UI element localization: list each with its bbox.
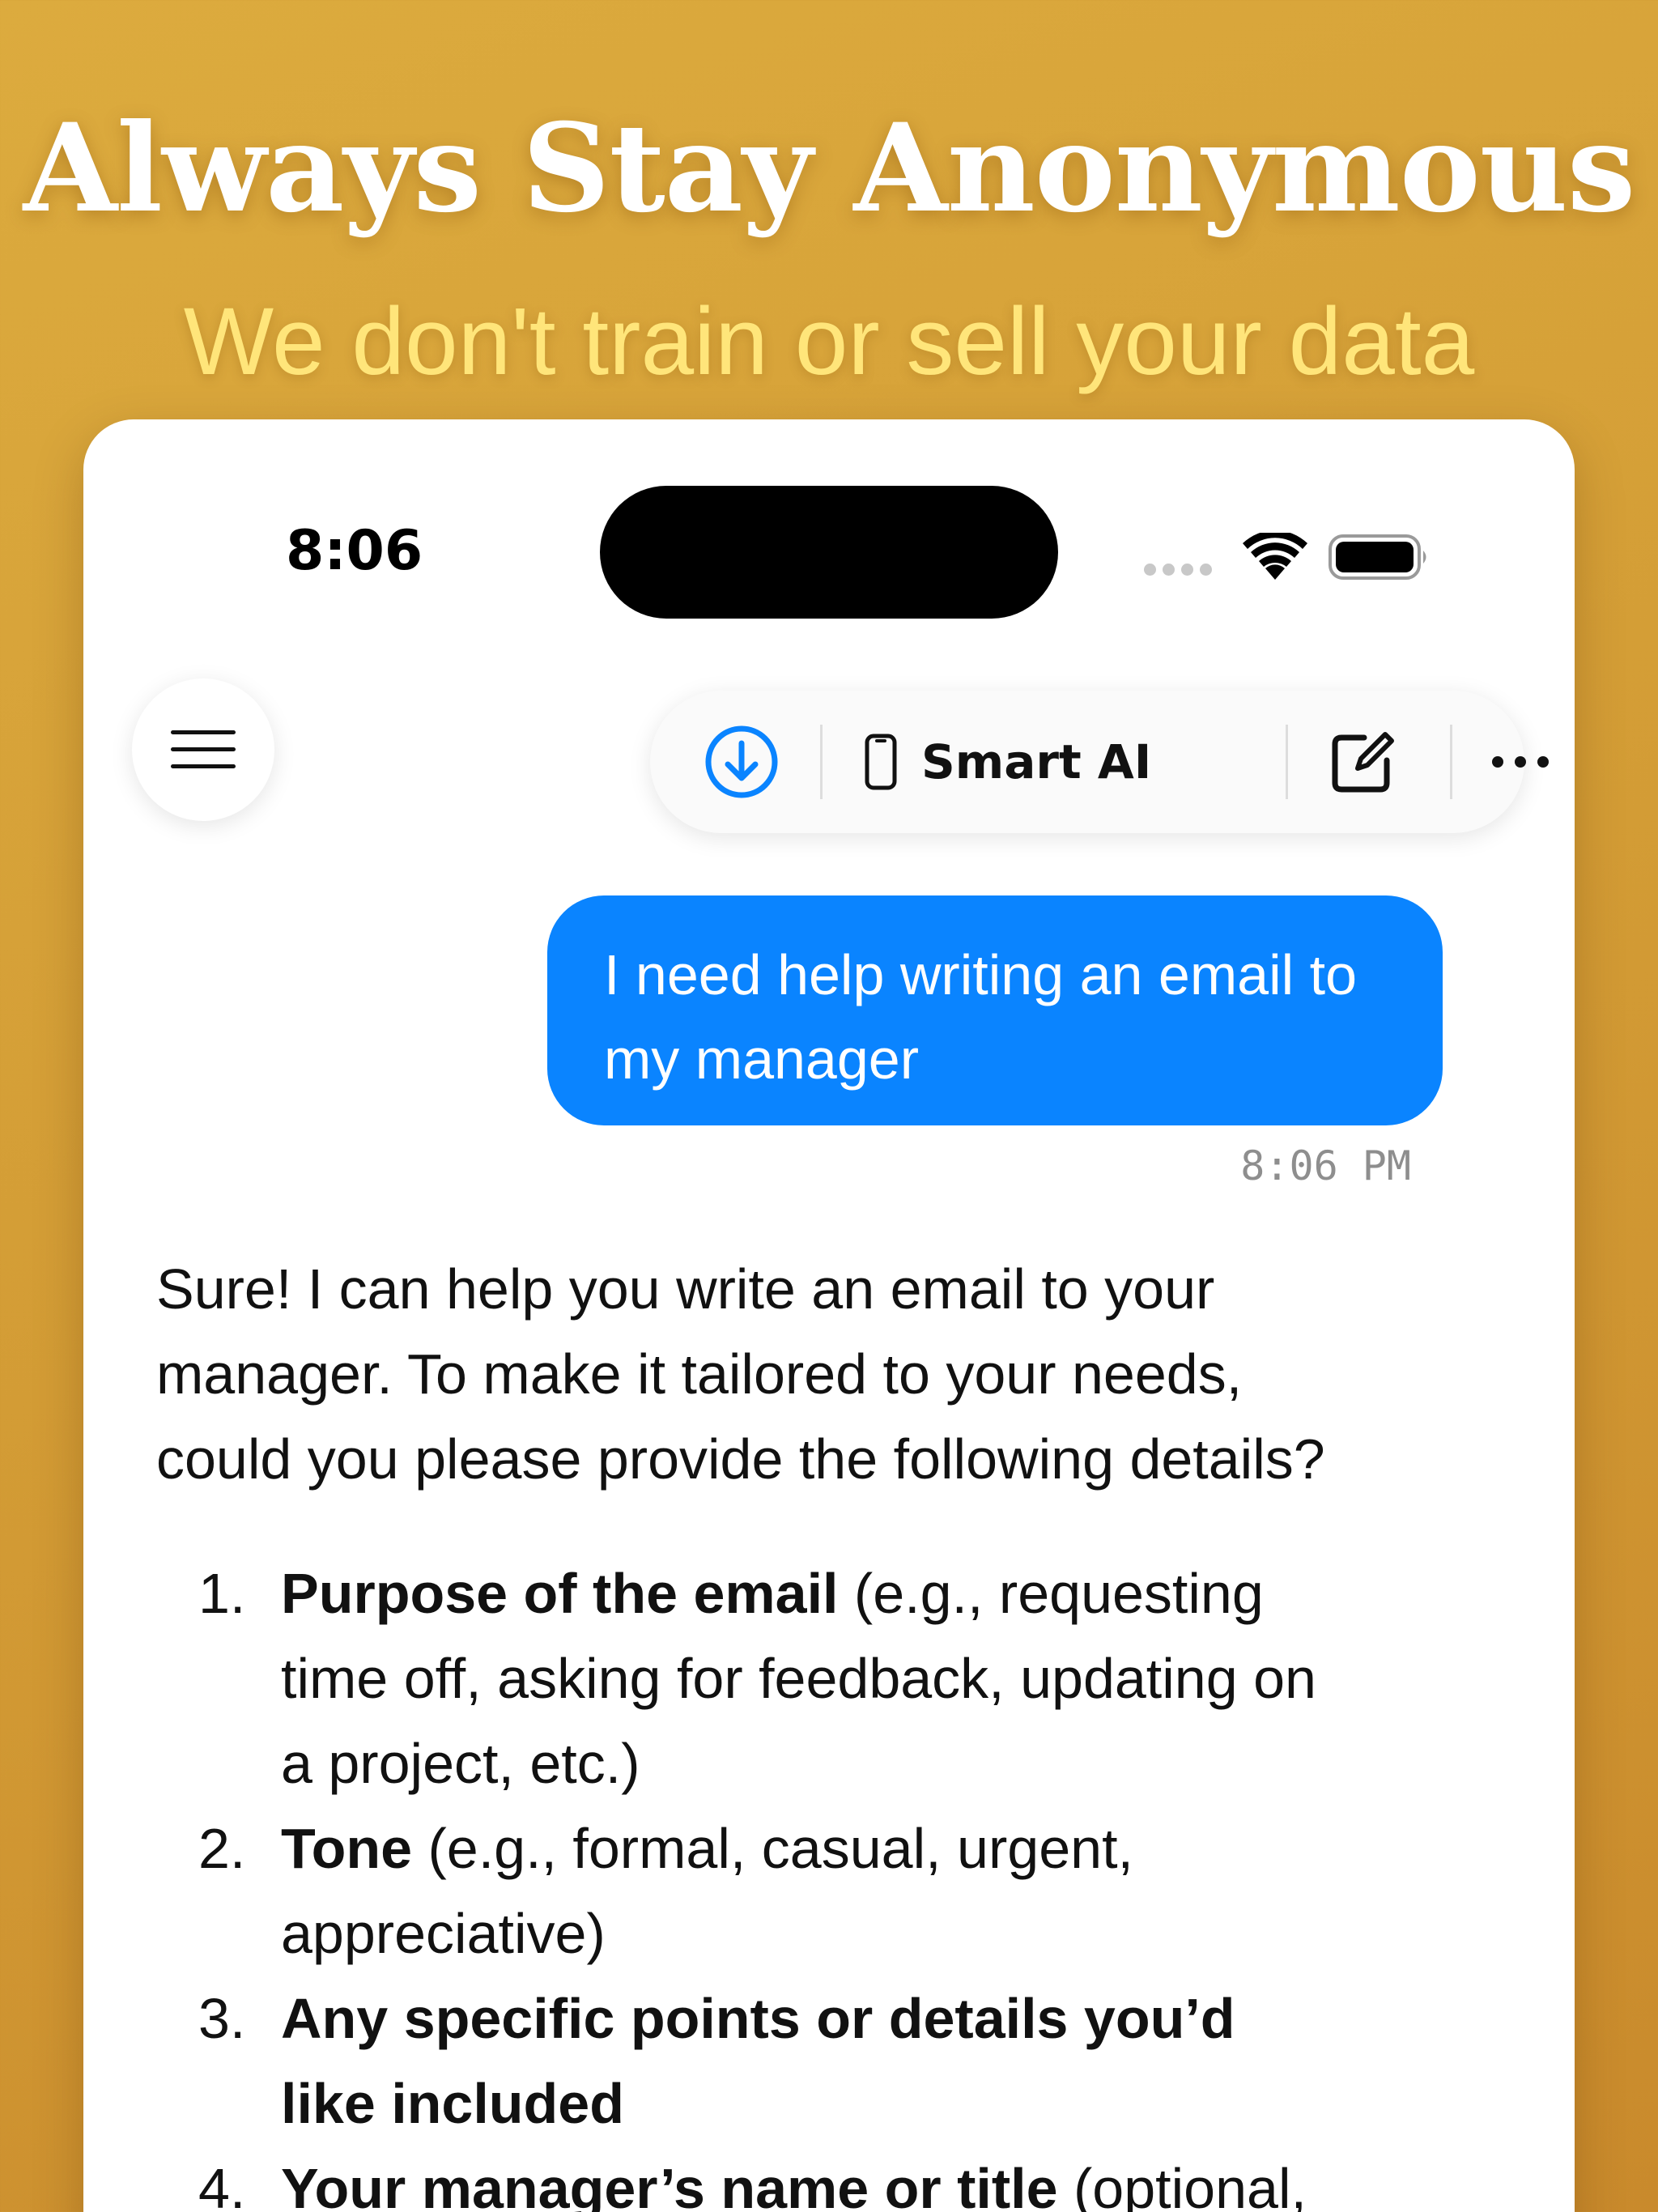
- phone-screen: 8:06 Smart AI I need help writing an ema…: [83, 419, 1575, 2212]
- toolbar-divider: [1450, 725, 1452, 799]
- list-item-number: 2.: [198, 1817, 246, 1880]
- list-item-bold: like included: [281, 2072, 624, 2135]
- chat-toolbar: Smart AI: [650, 691, 1549, 833]
- list-item-text: appreciative): [281, 1902, 606, 1965]
- list-item-text: (optional,: [1057, 2157, 1307, 2212]
- download-circle-icon: [705, 725, 778, 798]
- model-label: Smart AI: [921, 734, 1152, 789]
- promo-subheadline: We don't train or sell your data: [183, 288, 1475, 395]
- menu-button[interactable]: [132, 678, 274, 821]
- list-item-number: 3.: [198, 1987, 246, 2050]
- list-item-text: (e.g., requesting: [838, 1562, 1264, 1625]
- phone-icon: [865, 734, 897, 790]
- wifi-icon: [1243, 533, 1307, 580]
- toolbar-divider: [820, 725, 823, 799]
- model-selector[interactable]: Smart AI: [865, 691, 1237, 833]
- promo-headline: Always Stay Anonymous: [23, 97, 1636, 240]
- more-button[interactable]: [1468, 691, 1573, 833]
- list-item-bold: Tone: [281, 1817, 413, 1880]
- signal-dots-icon: [1144, 564, 1212, 576]
- list-item-bold: Any specific points or details you’d: [281, 1987, 1235, 2050]
- user-message-line: I need help writing an email to: [604, 943, 1357, 1006]
- user-message-line: my manager: [604, 1027, 920, 1091]
- assistant-text-line: could you please provide the following d…: [156, 1427, 1325, 1491]
- list-item-text: (e.g., formal, casual, urgent,: [412, 1817, 1133, 1880]
- user-message-bubble[interactable]: I need help writing an email to my manag…: [547, 895, 1443, 1125]
- new-chat-button[interactable]: [1316, 691, 1409, 833]
- list-item-bold: Purpose of the email: [281, 1562, 839, 1625]
- assistant-text-line: manager. To make it tailored to your nee…: [156, 1342, 1243, 1406]
- assistant-message-intro: Sure! I can help you write an email to y…: [156, 1247, 1533, 1502]
- list-item-text: a project, etc.): [281, 1732, 640, 1795]
- list-item: 3. Any specific points or details you’d …: [156, 1976, 1533, 2146]
- list-item-number: 4.: [198, 2157, 246, 2212]
- assistant-text-line: Sure! I can help you write an email to y…: [156, 1257, 1215, 1321]
- details-list: 1. Purpose of the email (e.g., requestin…: [156, 1551, 1533, 2212]
- ellipsis-icon: [1492, 756, 1549, 768]
- list-item-bold: Your manager’s name or title: [281, 2157, 1058, 2212]
- download-button[interactable]: [695, 691, 789, 833]
- toolbar-divider: [1286, 725, 1288, 799]
- message-timestamp: 8:06 PM: [1240, 1142, 1411, 1189]
- list-item: 2. Tone (e.g., formal, casual, urgent, a…: [156, 1806, 1533, 1976]
- list-item: 4. Your manager’s name or title (optiona…: [156, 2146, 1533, 2212]
- compose-icon: [1332, 732, 1394, 793]
- status-time: 8:06: [286, 519, 423, 583]
- hamburger-menu-icon: [171, 730, 236, 768]
- list-item: 1. Purpose of the email (e.g., requestin…: [156, 1551, 1533, 1806]
- list-item-number: 1.: [198, 1562, 246, 1625]
- dynamic-island: [600, 486, 1058, 619]
- battery-icon: [1329, 534, 1426, 580]
- list-item-text: time off, asking for feedback, updating …: [281, 1647, 1316, 1710]
